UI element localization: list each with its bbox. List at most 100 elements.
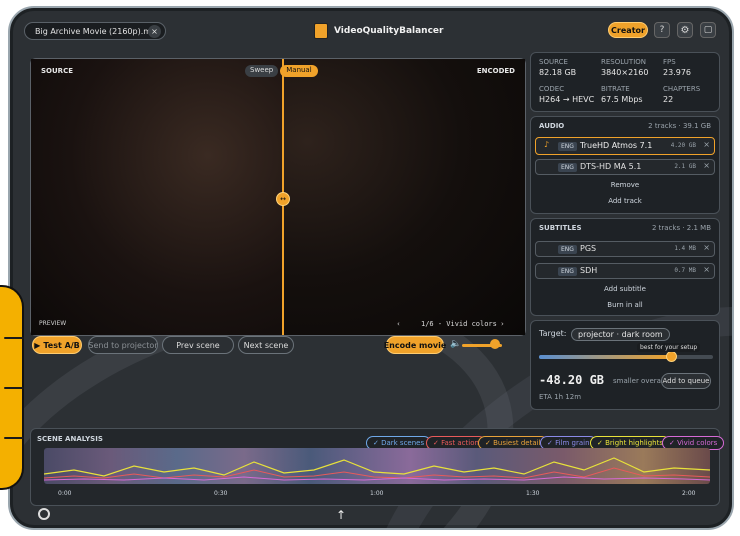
help-icon[interactable]: ? — [654, 22, 670, 38]
track-name: PGS — [580, 244, 597, 253]
close-icon[interactable]: × — [148, 25, 161, 38]
spec-label: BITRATE — [601, 85, 630, 93]
source-label: SOURCE — [41, 67, 73, 75]
timeline-time-3: 1:30 — [526, 490, 540, 497]
audio-track-1[interactable]: ENG DTS-HD MA 5.1 2.1 GB × — [535, 159, 715, 175]
target-profile[interactable]: projector · dark room — [571, 328, 670, 341]
up-arrow-icon[interactable]: ↑ — [336, 508, 346, 522]
spec-label: RESOLUTION — [601, 58, 647, 66]
subtitle-track-0[interactable]: ENG PGS 1.4 MB × — [535, 241, 715, 257]
track-name: DTS-HD MA 5.1 — [580, 162, 642, 171]
track-name: TrueHD Atmos 7.1 — [580, 141, 653, 150]
audio-track-0[interactable]: ♪ ENG TrueHD Atmos 7.1 4.20 GB × — [535, 137, 715, 155]
remove-icon[interactable]: × — [703, 243, 710, 252]
next-scene-button[interactable]: Next scene — [238, 336, 294, 354]
language-tag: ENG — [558, 267, 577, 276]
app-window: Big Archive Movie (2160p).mkv × VideoQua… — [8, 6, 734, 530]
split-handle[interactable]: ↔ — [276, 192, 290, 206]
spec-label: FPS — [663, 58, 676, 66]
specs-panel: SOURCE 82.18 GB RESOLUTION 3840×2160 FPS… — [530, 52, 720, 112]
subtitles-header: SUBTITLES — [539, 224, 582, 232]
analysis-graph — [44, 457, 710, 481]
target-tip: best for your setup — [637, 343, 701, 352]
eta-label: ETA 1h 12m — [539, 393, 582, 401]
encoded-view — [283, 59, 525, 335]
source-view — [31, 59, 283, 335]
play-icon: ▶ — [34, 340, 41, 350]
quality-slider-knob[interactable] — [666, 351, 678, 362]
note-icon: ♪ — [544, 140, 550, 149]
spec-label: CODEC — [539, 85, 565, 93]
window-icon[interactable]: ▢ — [700, 22, 716, 38]
prev-scene-button[interactable]: Prev scene — [162, 336, 234, 354]
scene-next-icon[interactable]: › — [501, 320, 504, 328]
spec-value: 3840×2160 — [601, 68, 649, 77]
volume-knob[interactable] — [490, 339, 500, 349]
size-saving: -48.20 GB — [539, 373, 605, 387]
sweep-button[interactable]: Sweep — [245, 65, 279, 77]
audio-info: 2 tracks · 39.1 GB — [648, 122, 711, 130]
subtitle-burn-button[interactable]: Burn in all — [607, 301, 642, 309]
spec-label: SOURCE — [539, 58, 568, 66]
size-saving-label: smaller overall — [613, 377, 665, 385]
spec-value: H264 → HEVC — [539, 95, 595, 104]
app-brand: VideoQualityBalancer — [314, 20, 443, 42]
file-name-chip[interactable]: Big Archive Movie (2160p).mkv × — [24, 22, 166, 40]
subtitles-info: 2 tracks · 2.1 MB — [651, 224, 711, 232]
spec-value: 82.18 GB — [539, 68, 577, 77]
series-fast-action — [44, 467, 710, 479]
volume-icon[interactable]: 🔈 — [450, 339, 461, 349]
spec-label: CHAPTERS — [663, 85, 701, 93]
spec-value: 23.976 — [663, 68, 691, 77]
language-tag: ENG — [558, 245, 577, 254]
file-name: Big Archive Movie (2160p).mkv — [35, 26, 161, 36]
add-to-queue-button[interactable]: Add to queue — [661, 373, 711, 389]
test-ab-button[interactable]: ▶ Test A/B — [32, 336, 82, 354]
subtitle-add-button[interactable]: Add subtitle — [604, 285, 646, 293]
timeline-title: SCENE ANALYSIS — [37, 435, 103, 443]
timeline-time-4: 2:00 — [682, 490, 696, 497]
record-icon[interactable] — [38, 508, 50, 520]
remove-icon[interactable]: × — [703, 161, 710, 170]
mode-toggle-creator[interactable]: Creator — [608, 22, 648, 38]
send-to-projector-button[interactable]: Send to projector — [88, 336, 158, 354]
logo-icon — [314, 23, 328, 39]
side-accent — [0, 285, 24, 490]
gear-icon[interactable]: ⚙ — [677, 22, 693, 38]
subtitle-track-1[interactable]: ENG SDH 0.7 MB × — [535, 263, 715, 279]
audio-remove-button[interactable]: Remove — [611, 181, 639, 189]
scene-counter: 1/6 - Vivid colors — [421, 320, 497, 328]
subtitles-panel: SUBTITLES 2 tracks · 2.1 MB ENG PGS 1.4 … — [530, 218, 720, 316]
target-label: Target: — [539, 329, 567, 338]
quality-slider-fill — [539, 355, 672, 359]
preview-panel: SOURCE ENCODED Sweep Manual ↔ PREVIEW ‹ … — [30, 58, 526, 336]
spec-value: 67.5 Mbps — [601, 95, 643, 104]
track-size: 0.7 MB — [674, 267, 696, 274]
audio-add-button[interactable]: Add track — [608, 197, 642, 205]
audio-header: AUDIO — [539, 122, 565, 130]
remove-icon[interactable]: × — [703, 140, 710, 149]
audio-panel: AUDIO 2 tracks · 39.1 GB ♪ ENG TrueHD At… — [530, 116, 720, 214]
timeline-time-0: 0:00 — [58, 490, 72, 497]
timeline-time-2: 1:00 — [370, 490, 384, 497]
encoded-label: ENCODED — [476, 67, 515, 75]
language-tag: ENG — [558, 142, 577, 151]
manual-button[interactable]: Manual — [280, 65, 318, 77]
track-size: 1.4 MB — [674, 245, 696, 252]
language-tag: ENG — [558, 163, 577, 172]
quality-slider-track[interactable] — [539, 355, 713, 359]
track-name: SDH — [580, 266, 598, 275]
encode-movie-button[interactable]: Encode movie — [384, 336, 446, 354]
remove-icon[interactable]: × — [703, 265, 710, 274]
app-title: VideoQualityBalancer — [334, 26, 444, 36]
scene-prev-icon[interactable]: ‹ — [397, 320, 400, 328]
timeline-strip[interactable] — [44, 448, 710, 484]
track-size: 4.20 GB — [670, 142, 696, 149]
timeline-time-1: 0:30 — [214, 490, 228, 497]
test-ab-label: Test A/B — [43, 340, 80, 350]
track-size: 2.1 GB — [674, 163, 696, 170]
preview-label: PREVIEW — [39, 320, 67, 327]
spec-value: 22 — [663, 95, 674, 104]
target-panel: Target: projector · dark room best for y… — [530, 320, 720, 410]
series-bright-highlights — [44, 457, 710, 477]
